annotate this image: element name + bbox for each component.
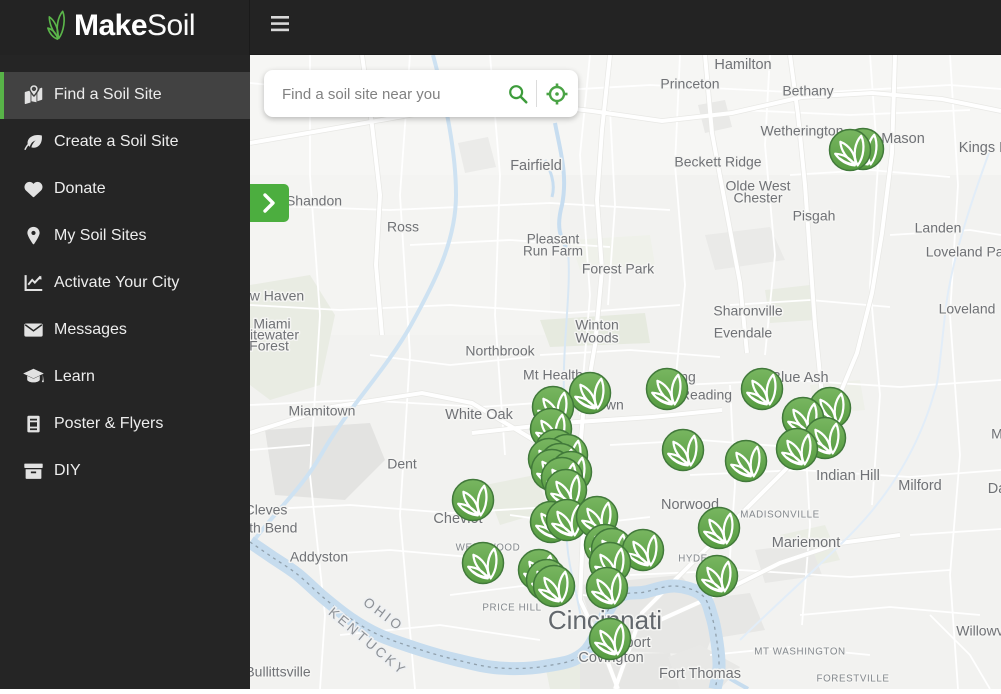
svg-text:MADISONVILLE: MADISONVILLE — [740, 510, 820, 521]
svg-text:FORESTVILLE: FORESTVILLE — [816, 674, 889, 685]
svg-text:Forest Park: Forest Park — [582, 261, 655, 277]
svg-text:Run Farm: Run Farm — [523, 244, 583, 259]
svg-text:Miamitown: Miamitown — [289, 403, 356, 419]
svg-text:Hamilton: Hamilton — [714, 57, 771, 73]
svg-text:Mariemont: Mariemont — [772, 535, 841, 551]
svg-text:M: M — [991, 426, 1001, 442]
svg-text:Da: Da — [988, 481, 1001, 497]
svg-text:Mason: Mason — [881, 131, 925, 147]
svg-text:Beckett Ridge: Beckett Ridge — [674, 154, 761, 170]
svg-text:Evendale: Evendale — [714, 325, 773, 341]
svg-text:Dent: Dent — [387, 456, 417, 472]
svg-text:Loveland: Loveland — [939, 301, 996, 317]
svg-text:Woods: Woods — [575, 330, 618, 346]
svg-text:White Oak: White Oak — [445, 407, 513, 423]
svg-text:Milford: Milford — [898, 478, 942, 494]
svg-text:MT WASHINGTON: MT WASHINGTON — [754, 647, 845, 658]
svg-text:Ross: Ross — [387, 219, 419, 235]
svg-text:Sharonville: Sharonville — [713, 303, 782, 319]
svg-text:Landen: Landen — [915, 220, 962, 236]
svg-text:Cleves: Cleves — [250, 502, 287, 518]
svg-text:PRICE HILL: PRICE HILL — [482, 603, 541, 614]
svg-text:Bethany: Bethany — [782, 83, 833, 99]
svg-text:Addyston: Addyston — [290, 549, 348, 565]
svg-text:Wetherington: Wetherington — [760, 123, 843, 139]
svg-text:Fort Thomas: Fort Thomas — [659, 666, 741, 682]
svg-text:Kings M: Kings M — [959, 140, 1001, 156]
svg-text:Pisgah: Pisgah — [793, 208, 836, 224]
svg-text:Forest: Forest — [250, 338, 289, 354]
svg-text:Shandon: Shandon — [286, 193, 342, 209]
svg-text:Willowv: Willowv — [956, 623, 1001, 639]
svg-text:Bullittsville: Bullittsville — [250, 664, 311, 680]
svg-text:Loveland Par: Loveland Par — [926, 244, 1001, 260]
svg-text:Chester: Chester — [733, 190, 782, 206]
svg-text:Princeton: Princeton — [660, 76, 719, 92]
svg-text:Fairfield: Fairfield — [510, 158, 562, 174]
svg-text:North Bend: North Bend — [250, 520, 297, 536]
svg-text:New Haven: New Haven — [250, 288, 304, 304]
svg-text:Northbrook: Northbrook — [465, 343, 535, 359]
svg-text:Indian Hill: Indian Hill — [816, 468, 880, 484]
